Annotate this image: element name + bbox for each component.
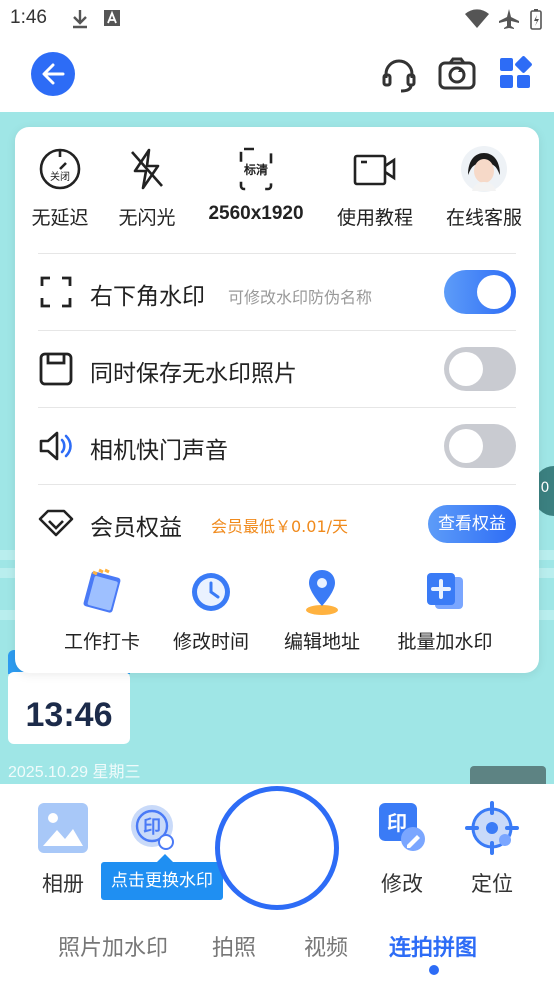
svg-text:标清: 标清: [243, 162, 268, 177]
feature-edit-time[interactable]: 修改时间: [151, 567, 271, 654]
notebook-icon: [83, 568, 121, 613]
quick-resolution-label: 2560x1920: [208, 203, 304, 224]
feature-row: 工作打卡 修改时间 编辑地址 批量加水印: [15, 567, 539, 657]
shutter-sound-toggle[interactable]: [444, 424, 516, 468]
locate-label: 定位: [471, 872, 513, 896]
shutter-button[interactable]: [215, 786, 339, 910]
service-avatar-icon: [461, 146, 507, 192]
tab-burst-collage[interactable]: 连拍拼图: [389, 930, 477, 962]
tab-video[interactable]: 视频: [304, 930, 348, 962]
feature-batch-watermark-label: 批量加水印: [397, 631, 493, 653]
feature-edit-address-label: 编辑地址: [283, 631, 360, 653]
watermark-date: 2025.10.29 星期三: [8, 764, 141, 781]
flash-off-icon: [131, 148, 163, 190]
clock-icon: [192, 573, 230, 611]
watermark-stamp-icon: 印: [131, 805, 174, 850]
album-label: 相册: [42, 872, 84, 896]
album-button[interactable]: 相册: [23, 800, 103, 898]
status-bar: 1:46: [0, 0, 554, 38]
row-vip[interactable]: 会员权益 会员最低￥0.01/天 查看权益: [38, 484, 516, 561]
arrow-left-icon: [42, 63, 65, 85]
settings-panel: 关闭 无延迟 无闪光 标清 2560x1920 使用教程 在线客服 右下角水印 …: [15, 127, 539, 673]
row-save-plain[interactable]: 同时保存无水印照片: [38, 330, 516, 407]
speaker-icon: [39, 431, 72, 461]
quick-service-label: 在线客服: [445, 207, 522, 229]
watermark-switch-button[interactable]: 印: [112, 800, 192, 856]
row-shutter-sound[interactable]: 相机快门声音: [38, 407, 516, 484]
preview-corner-box: [470, 766, 546, 784]
svg-text:印: 印: [143, 817, 161, 838]
apps-grid-icon[interactable]: [498, 56, 532, 90]
tab-photo[interactable]: 拍照: [212, 930, 256, 962]
top-bar: [0, 38, 554, 112]
save-icon: [39, 352, 73, 386]
batch-watermark-icon: [427, 573, 463, 609]
status-time: 1:46: [10, 7, 47, 28]
feature-clock-in[interactable]: 工作打卡: [42, 567, 162, 654]
album-icon: [38, 803, 88, 853]
corner-frame-icon: [40, 276, 72, 308]
quick-flash[interactable]: 无闪光: [92, 145, 202, 230]
mode-tabs: 照片加水印 拍照 视频 连拍拼图: [0, 930, 554, 970]
quick-flash-label: 无闪光: [118, 207, 176, 229]
diamond-icon: [38, 509, 74, 537]
save-plain-toggle[interactable]: [444, 347, 516, 391]
quick-tutorial-label: 使用教程: [336, 207, 413, 229]
vip-price-note: 会员最低￥0.01/天: [211, 517, 349, 536]
quick-tutorial[interactable]: 使用教程: [320, 145, 430, 230]
active-tab-indicator: [429, 965, 439, 975]
timer-off-icon: 关闭: [39, 148, 81, 190]
edit-button[interactable]: 印 修改: [362, 800, 442, 898]
save-plain-label: 同时保存无水印照片: [90, 361, 297, 387]
view-benefits-button[interactable]: 查看权益: [428, 505, 516, 543]
airplane-icon: [499, 9, 519, 29]
watermark-toggle[interactable]: [444, 270, 516, 314]
edit-stamp-icon: 印: [379, 803, 425, 851]
back-button[interactable]: [31, 52, 75, 96]
tab-photo-watermark[interactable]: 照片加水印: [58, 930, 168, 962]
shutter-sound-label: 相机快门声音: [90, 438, 228, 464]
camera-switch-icon[interactable]: [438, 56, 476, 92]
feature-clock-in-label: 工作打卡: [63, 631, 140, 653]
video-tutorial-icon: [353, 154, 396, 186]
change-watermark-tooltip[interactable]: 点击更换水印: [101, 854, 223, 900]
watermark-position-hint: 可修改水印防伪名称: [228, 288, 373, 307]
quick-settings-row: 关闭 无延迟 无闪光 标清 2560x1920 使用教程 在线客服: [15, 145, 539, 235]
watermark-position-label: 右下角水印: [90, 284, 205, 310]
svg-text:关闭: 关闭: [50, 170, 70, 183]
quick-resolution[interactable]: 标清 2560x1920: [201, 145, 311, 225]
watermark-time: 13:46: [25, 696, 113, 734]
vip-label: 会员权益: [90, 515, 182, 541]
headset-icon[interactable]: [380, 56, 418, 94]
row-watermark-position[interactable]: 右下角水印 可修改水印防伪名称: [38, 253, 516, 330]
battery-icon: [530, 9, 542, 30]
feature-edit-time-label: 修改时间: [172, 631, 249, 653]
edit-label: 修改: [381, 872, 423, 896]
resolution-icon: 标清: [239, 147, 273, 191]
locate-target-icon: [465, 801, 519, 855]
location-pin-icon: [306, 570, 338, 615]
feature-batch-watermark[interactable]: 批量加水印: [385, 567, 505, 654]
download-icon: [73, 10, 87, 29]
quick-service[interactable]: 在线客服: [429, 145, 539, 230]
locate-button[interactable]: 定位: [452, 800, 532, 898]
font-icon: [104, 10, 120, 26]
wifi-icon: [465, 9, 489, 28]
feature-edit-address[interactable]: 编辑地址: [262, 567, 382, 654]
bottom-toolbar: 相册 印 点击更换水印 印 修改 定位 照片加水印 拍照 视频 连拍拼图: [0, 784, 554, 984]
